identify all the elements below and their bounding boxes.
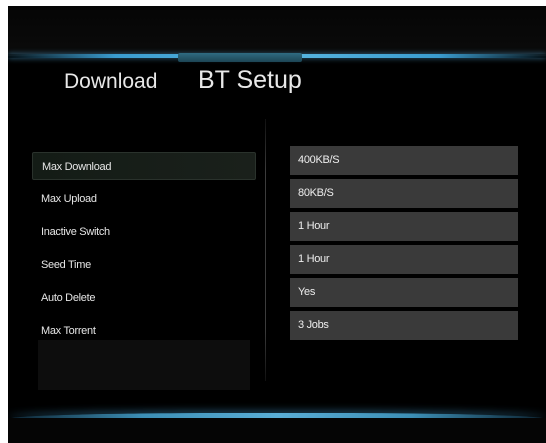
header-band — [8, 6, 546, 56]
setting-value-max-upload[interactable]: 80KB/S — [290, 179, 518, 208]
tab-bt-setup[interactable]: BT Setup — [198, 66, 302, 95]
active-tab-indicator — [178, 53, 302, 62]
setting-label-auto-delete[interactable]: Auto Delete — [32, 284, 256, 312]
setting-label-max-download[interactable]: Max Download — [32, 152, 256, 180]
setting-value-max-torrent[interactable]: 3 Jobs — [290, 311, 518, 340]
tv-screen: Download BT Setup Max Download Max Uploa… — [8, 6, 546, 443]
tab-download[interactable]: Download — [64, 70, 157, 94]
setting-value-auto-delete[interactable]: Yes — [290, 278, 518, 307]
empty-row-area — [38, 340, 250, 390]
footer-band — [8, 418, 546, 443]
setting-value-seed-time[interactable]: 1 Hour — [290, 245, 518, 274]
settings-label-list: Max Download Max Upload Inactive Switch … — [32, 140, 258, 392]
setting-value-inactive-switch[interactable]: 1 Hour — [290, 212, 518, 241]
setting-label-inactive-switch[interactable]: Inactive Switch — [32, 218, 256, 246]
setting-value-max-download[interactable]: 400KB/S — [290, 146, 518, 175]
setting-label-max-upload[interactable]: Max Upload — [32, 185, 256, 213]
setting-label-seed-time[interactable]: Seed Time — [32, 251, 256, 279]
settings-value-list: 400KB/S 80KB/S 1 Hour 1 Hour Yes 3 Jobs — [290, 140, 520, 370]
column-divider — [265, 119, 266, 381]
